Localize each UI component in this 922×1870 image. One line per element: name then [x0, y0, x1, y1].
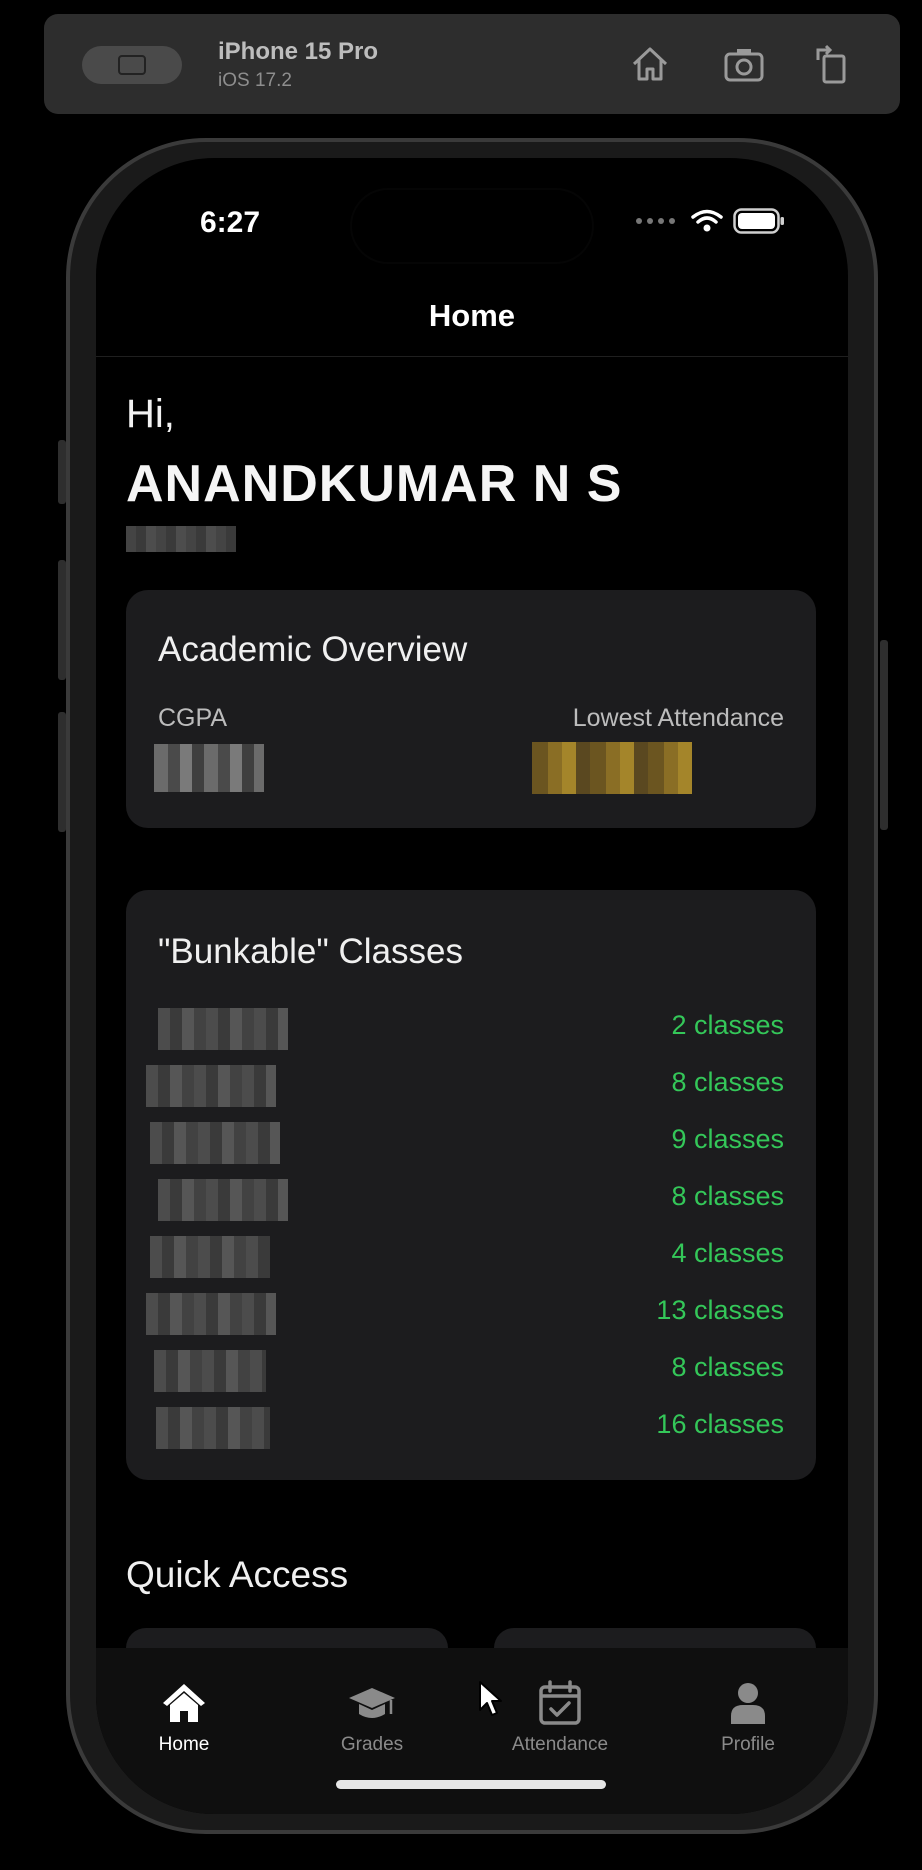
bunkable-row: 4 classes [126, 1228, 816, 1284]
bunkable-count: 8 classes [671, 1181, 784, 1211]
course-name-redacted [158, 1008, 288, 1050]
course-name-redacted [146, 1293, 276, 1335]
action-button [58, 440, 66, 504]
wifi-icon [691, 209, 723, 232]
bunkable-count: 16 classes [656, 1409, 784, 1439]
battery-icon [733, 208, 784, 234]
person-icon [731, 1683, 765, 1724]
tab-attendance[interactable]: Attendance [500, 1678, 620, 1756]
status-time: 6:27 [200, 206, 261, 239]
bunkable-row: 9 classes [126, 1114, 816, 1170]
house-icon [163, 1684, 205, 1722]
bunkable-count: 8 classes [671, 1352, 784, 1382]
calendar-check-icon [539, 1680, 581, 1725]
os-version: iOS 17.2 [218, 70, 292, 91]
mouse-cursor-icon [479, 1681, 502, 1716]
bunkable-count: 9 classes [671, 1124, 784, 1154]
user-id-redacted [126, 526, 236, 552]
sidebar-toggle-button[interactable] [82, 46, 182, 84]
bunkable-count: 8 classes [671, 1067, 784, 1097]
device-icon [118, 55, 146, 75]
lowest-attendance-label: Lowest Attendance [572, 704, 784, 732]
course-name-redacted [146, 1065, 276, 1107]
volume-down-button [58, 712, 66, 832]
bunkable-row: 8 classes [126, 1342, 816, 1398]
page-title: Home [428, 298, 516, 333]
cgpa-label: CGPA [158, 704, 227, 732]
bunkable-row: 13 classes [126, 1285, 816, 1341]
screenshot-icon[interactable] [720, 40, 768, 88]
home-indicator [336, 1780, 606, 1789]
academic-overview-card[interactable]: Academic Overview CGPA Lowest Attendance [126, 590, 816, 828]
quick-access-title: Quick Access [126, 1554, 349, 1595]
device-name: iPhone 15 Pro [218, 38, 379, 65]
bunkable-row: 8 classes [126, 1057, 816, 1113]
simulator-toolbar: iPhone 15 Pro iOS 17.2 [44, 14, 900, 114]
tab-label: Grades [340, 1734, 404, 1755]
graduation-cap-icon [349, 1688, 395, 1718]
volume-up-button [58, 560, 66, 680]
bunkable-classes-card[interactable]: "Bunkable" Classes 2 classes 8 classes 9… [126, 890, 816, 1480]
power-button [880, 640, 888, 830]
tab-label: Attendance [511, 1734, 609, 1755]
user-name: ANANDKUMAR N S [126, 455, 623, 513]
course-name-redacted [158, 1179, 288, 1221]
bunkable-count: 2 classes [671, 1010, 784, 1040]
cgpa-value-redacted [154, 744, 264, 792]
tab-grades[interactable]: Grades [312, 1678, 432, 1756]
bunkable-count: 4 classes [671, 1238, 784, 1268]
course-name-redacted [150, 1236, 270, 1278]
bunkable-row: 16 classes [126, 1399, 816, 1455]
phone-screen: 6:27 Home Hi, ANANDKUMAR N S Academic Ov… [96, 158, 848, 1814]
home-icon[interactable] [626, 40, 674, 88]
nav-divider [96, 356, 848, 357]
bunkable-row: 2 classes [126, 1000, 816, 1056]
tab-label: Profile [721, 1734, 775, 1755]
tab-home[interactable]: Home [124, 1678, 244, 1756]
tab-bar: Home Grades Attendance Profile [96, 1648, 848, 1814]
greeting-text: Hi, [126, 392, 175, 436]
bunkable-classes-title: "Bunkable" Classes [158, 932, 464, 971]
status-indicators [636, 208, 785, 234]
bunkable-row: 8 classes [126, 1171, 816, 1227]
bunkable-count: 13 classes [656, 1295, 784, 1325]
rotate-icon[interactable] [808, 40, 856, 88]
signal-icon [636, 218, 675, 224]
dynamic-island [352, 190, 592, 262]
attendance-value-redacted [532, 742, 692, 794]
tab-profile[interactable]: Profile [688, 1678, 808, 1756]
tab-label: Home [158, 1734, 210, 1755]
course-name-redacted [156, 1407, 270, 1449]
course-name-redacted [150, 1122, 280, 1164]
academic-overview-title: Academic Overview [158, 630, 468, 669]
course-name-redacted [154, 1350, 266, 1392]
